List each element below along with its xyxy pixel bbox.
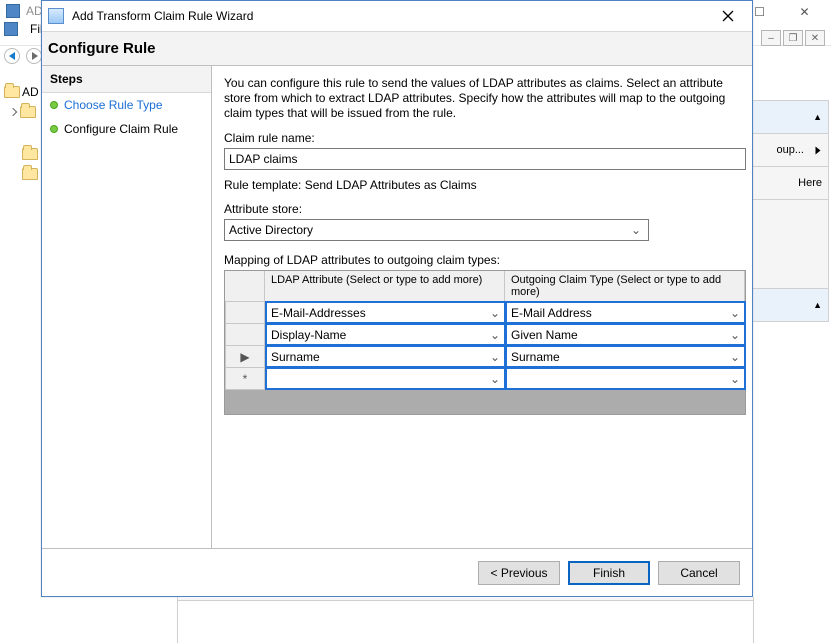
nav-back-icon[interactable] (4, 48, 20, 64)
mapping-label: Mapping of LDAP attributes to outgoing c… (224, 253, 740, 267)
previous-button[interactable]: < Previous (478, 561, 560, 585)
grid-row-header[interactable]: * (225, 368, 265, 390)
chevron-down-icon: ⌄ (730, 328, 740, 342)
grid-col-ldap[interactable]: LDAP Attribute (Select or type to add mo… (265, 271, 505, 302)
dialog-footer: < Previous Finish Cancel (42, 548, 752, 596)
actions-item-text: Here (798, 177, 822, 189)
cell-value: Surname (511, 350, 560, 364)
mdi-restore[interactable]: ❐ (783, 30, 803, 46)
step-configure-claim-rule[interactable]: Configure Claim Rule (42, 117, 211, 141)
cell-value: E-Mail Address (511, 306, 592, 320)
claim-rule-name-input[interactable] (224, 148, 746, 170)
sys-close[interactable]: ✕ (782, 2, 827, 22)
ldap-attribute-cell[interactable]: ⌄ (265, 367, 506, 390)
nav-forward-icon[interactable] (26, 48, 42, 64)
grid-row-header[interactable] (225, 324, 265, 346)
mapping-grid[interactable]: LDAP Attribute (Select or type to add mo… (224, 270, 746, 415)
submenu-icon (816, 146, 821, 154)
claim-type-cell[interactable]: E-Mail Address ⌄ (505, 301, 746, 324)
wizard-dialog: Add Transform Claim Rule Wizard Configur… (41, 0, 753, 597)
attribute-store-select[interactable]: Active Directory ⌄ (224, 219, 649, 241)
dialog-titlebar[interactable]: Add Transform Claim Rule Wizard (42, 1, 752, 32)
actions-item[interactable]: Here (751, 166, 829, 200)
mmc-tree[interactable]: AD (4, 82, 42, 232)
chevron-down-icon: ⌄ (490, 306, 500, 320)
chevron-down-icon: ⌄ (490, 372, 500, 386)
chevron-down-icon: ⌄ (490, 328, 500, 342)
claim-type-cell[interactable]: Given Name ⌄ (505, 323, 746, 346)
dialog-body: Steps Choose Rule Type Configure Claim R… (42, 66, 752, 548)
mmc-doc-icon (4, 22, 18, 36)
step-label: Configure Claim Rule (64, 122, 178, 136)
dialog-page-header: Configure Rule (42, 32, 752, 66)
cancel-button[interactable]: Cancel (658, 561, 740, 585)
ldap-attribute-cell[interactable]: Surname ⌄ (265, 345, 506, 368)
close-icon (722, 10, 734, 22)
splitter (753, 597, 754, 643)
grid-row[interactable]: Display-Name ⌄ Given Name ⌄ (225, 324, 745, 346)
step-label: Choose Rule Type (64, 98, 163, 112)
mdi-buttons: – ❐ ✕ (761, 30, 825, 46)
ldap-attribute-cell[interactable]: E-Mail-Addresses ⌄ (265, 301, 506, 324)
cell-value: E-Mail-Addresses (271, 306, 366, 320)
rule-template-label: Rule template: Send LDAP Attributes as C… (224, 178, 740, 192)
mmc-icon (6, 4, 20, 18)
folder-icon (22, 148, 38, 160)
claim-rule-name-label: Claim rule name: (224, 131, 740, 145)
attribute-store-value: Active Directory (229, 223, 313, 237)
folder-icon (4, 86, 20, 98)
tree-root-label[interactable]: AD (22, 85, 39, 99)
dialog-close-button[interactable] (710, 4, 746, 28)
grid-row[interactable]: ▶ Surname ⌄ Surname ⌄ (225, 346, 745, 368)
ldap-attribute-cell[interactable]: Display-Name ⌄ (265, 323, 506, 346)
mdi-close[interactable]: ✕ (805, 30, 825, 46)
attribute-store-label: Attribute store: (224, 202, 740, 216)
step-bullet-icon (50, 125, 58, 133)
steps-sidebar: Steps Choose Rule Type Configure Claim R… (42, 66, 212, 548)
folder-icon (22, 168, 38, 180)
cell-value: Display-Name (271, 328, 346, 342)
actions-item-text: oup... (776, 144, 804, 156)
step-bullet-icon (50, 101, 58, 109)
claim-type-cell[interactable]: ⌄ (505, 367, 746, 390)
chevron-down-icon: ⌄ (628, 223, 644, 237)
screen: AD File — ☐ ✕ – ❐ ✕ AD ▲ oup... Here ▲ (0, 0, 831, 643)
mmc-actions-pane: ▲ oup... Here ▲ (751, 100, 829, 321)
tree-caret-icon[interactable] (8, 107, 18, 117)
collapse-icon: ▲ (813, 112, 822, 122)
grid-row[interactable]: E-Mail-Addresses ⌄ E-Mail Address ⌄ (225, 302, 745, 324)
finish-button[interactable]: Finish (568, 561, 650, 585)
cell-value: Given Name (511, 328, 578, 342)
actions-header[interactable]: ▲ (751, 100, 829, 134)
collapse-icon: ▲ (813, 300, 822, 310)
dialog-title: Add Transform Claim Rule Wizard (72, 9, 710, 23)
grid-header-row: LDAP Attribute (Select or type to add mo… (225, 271, 745, 302)
grid-corner (225, 271, 265, 302)
chevron-down-icon: ⌄ (730, 350, 740, 364)
actions-header[interactable]: ▲ (751, 288, 829, 322)
grid-row-header[interactable] (225, 302, 265, 324)
chevron-down-icon: ⌄ (730, 306, 740, 320)
page-title: Configure Rule (48, 40, 156, 57)
actions-spacer (751, 199, 829, 289)
claim-type-cell[interactable]: Surname ⌄ (505, 345, 746, 368)
grid-row-header[interactable]: ▶ (225, 346, 265, 368)
splitter (177, 597, 178, 643)
mdi-minimize[interactable]: – (761, 30, 781, 46)
chevron-down-icon: ⌄ (490, 350, 500, 364)
wizard-content: You can configure this rule to send the … (212, 66, 752, 548)
wizard-icon (48, 8, 64, 24)
steps-heading: Steps (42, 66, 211, 93)
splitter-bar[interactable] (177, 597, 754, 601)
page-description: You can configure this rule to send the … (224, 76, 740, 121)
cell-value: Surname (271, 350, 320, 364)
actions-item[interactable]: oup... (751, 133, 829, 167)
grid-footer (225, 390, 745, 414)
step-choose-rule-type[interactable]: Choose Rule Type (42, 93, 211, 117)
grid-new-row[interactable]: * ⌄ ⌄ (225, 368, 745, 390)
folder-icon (20, 106, 36, 118)
chevron-down-icon: ⌄ (730, 372, 740, 386)
grid-col-claim[interactable]: Outgoing Claim Type (Select or type to a… (505, 271, 745, 302)
